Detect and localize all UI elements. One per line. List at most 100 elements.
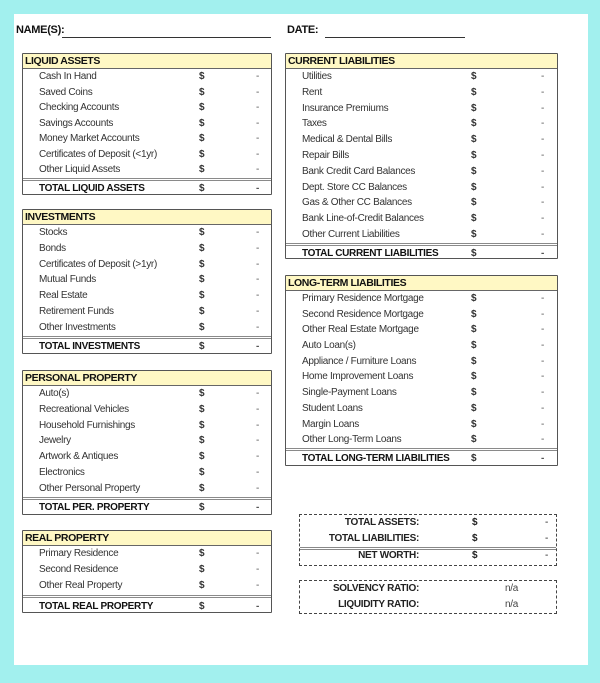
line-item-row[interactable]: Margin Loans $ - bbox=[286, 417, 557, 433]
line-item-row[interactable]: Checking Accounts $ - bbox=[23, 100, 271, 116]
line-item-row[interactable]: Stocks $ - bbox=[23, 225, 271, 241]
currency-symbol: $ bbox=[471, 293, 477, 304]
names-input-line[interactable] bbox=[62, 37, 271, 38]
currency-symbol: $ bbox=[199, 388, 205, 399]
line-item-row[interactable]: Certificates of Deposit (>1yr) $ - bbox=[23, 257, 271, 273]
line-item-row[interactable]: Utilities $ - bbox=[286, 69, 557, 85]
line-item-row[interactable]: Bank Credit Card Balances $ - bbox=[286, 164, 557, 180]
line-item-row[interactable]: Recreational Vehicles $ - bbox=[23, 402, 271, 418]
line-item-row[interactable]: Money Market Accounts $ - bbox=[23, 131, 271, 147]
line-item-value: - bbox=[256, 451, 260, 463]
line-item-row[interactable]: Other Current Liabilities $ - bbox=[286, 227, 557, 243]
line-item-row[interactable]: Other Real Estate Mortgage $ - bbox=[286, 322, 557, 338]
currency-symbol: $ bbox=[199, 102, 205, 113]
currency-symbol: $ bbox=[471, 102, 477, 114]
section-total-label: TOTAL REAL PROPERTY bbox=[39, 600, 154, 612]
currency-symbol: $ bbox=[199, 564, 205, 576]
liquidity-ratio-label: LIQUIDITY RATIO: bbox=[338, 599, 419, 610]
worksheet-page: NAME(S): DATE: LIQUID ASSETS Cash In Hand… bbox=[14, 14, 588, 665]
line-item-row[interactable]: Mutual Funds $ - bbox=[23, 272, 271, 288]
line-item-value: - bbox=[256, 403, 260, 415]
currency-symbol: $ bbox=[199, 258, 205, 270]
line-item-row[interactable]: Primary Residence $ - bbox=[23, 546, 271, 562]
line-item-label: Appliance / Furniture Loans bbox=[302, 355, 417, 367]
line-item-value: - bbox=[541, 134, 545, 146]
line-item-label: Utilities bbox=[302, 71, 332, 82]
currency-symbol: $ bbox=[199, 580, 205, 592]
line-item-row[interactable]: Certificates of Deposit (<1yr) $ - bbox=[23, 147, 271, 163]
line-item-row[interactable]: Artwork & Antiques $ - bbox=[23, 449, 271, 465]
line-item-value: - bbox=[541, 434, 545, 446]
currency-symbol: $ bbox=[199, 148, 205, 160]
line-item-row[interactable]: Student Loans $ - bbox=[286, 401, 557, 417]
line-item-row[interactable]: Second Residence $ - bbox=[23, 562, 271, 578]
currency-symbol: $ bbox=[471, 324, 477, 336]
currency-symbol: $ bbox=[471, 387, 477, 399]
line-item-label: Saved Coins bbox=[39, 86, 93, 98]
line-item-row[interactable]: Dept. Store CC Balances $ - bbox=[286, 180, 557, 196]
line-item-row[interactable]: Bonds $ - bbox=[23, 241, 271, 257]
line-item-value: - bbox=[541, 197, 545, 209]
line-item-value: - bbox=[256, 274, 260, 286]
line-item-row[interactable]: Insurance Premiums $ - bbox=[286, 101, 557, 117]
line-item-row[interactable]: Auto(s) $ - bbox=[23, 386, 271, 402]
line-item-row[interactable]: Other Real Property $ - bbox=[23, 578, 271, 594]
line-item-row[interactable]: Household Furnishings $ - bbox=[23, 418, 271, 434]
line-item-row[interactable]: Cash In Hand $ - bbox=[23, 69, 271, 85]
line-item-row[interactable]: Single-Payment Loans $ - bbox=[286, 385, 557, 401]
line-item-row[interactable]: Retirement Funds $ - bbox=[23, 304, 271, 320]
line-item-row[interactable]: Bank Line-of-Credit Balances $ - bbox=[286, 211, 557, 227]
solvency-ratio-value: n/a bbox=[505, 583, 519, 594]
line-item-value: - bbox=[256, 71, 260, 82]
section-total-label: TOTAL INVESTMENTS bbox=[39, 340, 141, 352]
line-item-value: - bbox=[256, 321, 260, 333]
currency-symbol: $ bbox=[472, 550, 478, 561]
line-item-row[interactable]: Other Investments $ - bbox=[23, 320, 271, 336]
currency-symbol: $ bbox=[472, 533, 478, 544]
line-item-value: - bbox=[541, 149, 545, 161]
line-item-row[interactable]: Savings Accounts $ - bbox=[23, 116, 271, 132]
section-total-row: TOTAL LIQUID ASSETS $ - bbox=[23, 177, 271, 198]
currency-symbol: $ bbox=[471, 402, 477, 414]
line-item-row[interactable]: Other Long-Term Loans $ - bbox=[286, 432, 557, 448]
line-item-row[interactable]: Electronics $ - bbox=[23, 465, 271, 481]
currency-symbol: $ bbox=[471, 355, 477, 367]
line-item-row[interactable]: Gas & Other CC Balances $ - bbox=[286, 195, 557, 211]
line-item-row[interactable]: Appliance / Furniture Loans $ - bbox=[286, 354, 557, 370]
line-item-value: - bbox=[541, 387, 545, 399]
line-item-label: Primary Residence bbox=[39, 548, 119, 559]
line-item-row[interactable]: Primary Residence Mortgage $ - bbox=[286, 291, 557, 307]
line-item-row[interactable]: Taxes $ - bbox=[286, 116, 557, 132]
line-item-label: Other Long-Term Loans bbox=[302, 434, 402, 446]
line-item-row[interactable]: Real Estate $ - bbox=[23, 288, 271, 304]
currency-symbol: $ bbox=[199, 548, 205, 559]
line-item-row[interactable]: Saved Coins $ - bbox=[23, 85, 271, 101]
line-item-row[interactable]: Auto Loan(s) $ - bbox=[286, 338, 557, 354]
ratios-box: SOLVENCY RATIO: n/a LIQUIDITY RATIO: n/a bbox=[299, 580, 557, 614]
currency-symbol: $ bbox=[199, 435, 205, 447]
line-item-label: Other Real Property bbox=[39, 580, 123, 592]
line-item-row[interactable]: Other Liquid Assets $ - bbox=[23, 162, 271, 178]
currency-symbol: $ bbox=[471, 181, 477, 193]
currency-symbol: $ bbox=[199, 600, 205, 612]
date-input-line[interactable] bbox=[325, 37, 465, 38]
total-liabilities-label: TOTAL LIABILITIES: bbox=[328, 533, 419, 544]
currency-symbol: $ bbox=[471, 228, 477, 240]
line-item-row[interactable]: Medical & Dental Bills $ - bbox=[286, 132, 557, 148]
liquidity-ratio-row: LIQUIDITY RATIO: n/a bbox=[300, 597, 556, 613]
line-item-row[interactable]: Second Residence Mortgage $ - bbox=[286, 307, 557, 323]
net-worth-value: - bbox=[544, 550, 548, 561]
line-item-row[interactable]: Other Personal Property $ - bbox=[23, 481, 271, 497]
line-item-value: - bbox=[256, 117, 260, 129]
currency-symbol: $ bbox=[199, 274, 205, 286]
line-item-row[interactable]: Home Improvement Loans $ - bbox=[286, 369, 557, 385]
line-item-label: Cash In Hand bbox=[39, 71, 97, 82]
section-total-value: - bbox=[541, 452, 545, 464]
line-item-value: - bbox=[541, 418, 545, 430]
currency-symbol: $ bbox=[471, 149, 477, 161]
line-item-row[interactable]: Jewelry $ - bbox=[23, 433, 271, 449]
line-item-label: Other Current Liabilities bbox=[302, 228, 400, 240]
line-item-row[interactable]: Repair Bills $ - bbox=[286, 148, 557, 164]
line-item-row[interactable]: Rent $ - bbox=[286, 85, 557, 101]
net-worth-label: NET WORTH: bbox=[358, 550, 419, 561]
